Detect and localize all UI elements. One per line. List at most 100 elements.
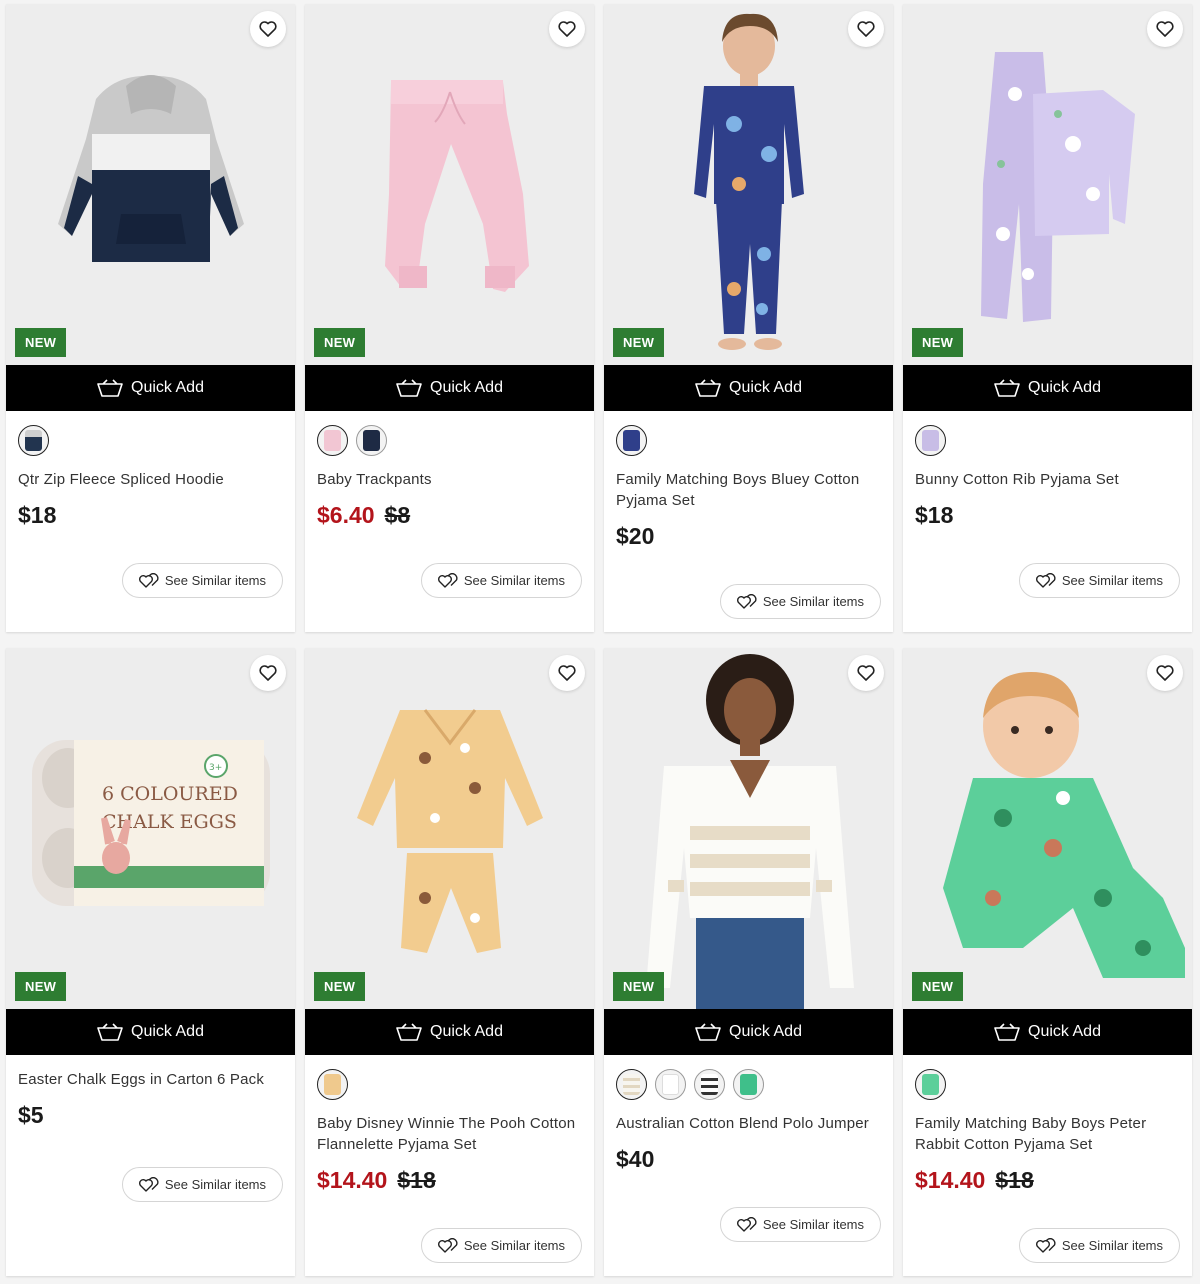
see-similar-button[interactable]: See Similar items (1018, 1228, 1180, 1263)
see-similar-label: See Similar items (762, 1217, 864, 1232)
product-image[interactable]: NEW (6, 4, 295, 365)
was-price: $18 (397, 1167, 436, 1193)
basket-icon (695, 1023, 721, 1041)
new-badge: NEW (613, 328, 665, 357)
see-similar-button[interactable]: See Similar items (420, 1228, 582, 1263)
basket-icon (695, 379, 721, 397)
product-title[interactable]: Qtr Zip Fleece Spliced Hoodie (18, 469, 283, 490)
product-image[interactable]: NEW (305, 4, 594, 365)
color-swatch[interactable] (694, 1068, 725, 1100)
color-swatch[interactable] (317, 424, 348, 456)
bunny-pyjama-illustration (903, 4, 1192, 365)
color-swatch[interactable] (915, 1068, 946, 1100)
quick-add-button[interactable]: Quick Add (604, 365, 893, 411)
basket-icon (994, 1023, 1020, 1041)
product-price: $40 (616, 1146, 881, 1173)
color-swatch[interactable] (356, 424, 387, 456)
sale-price: $14.40 (915, 1167, 986, 1193)
was-price: $18 (995, 1167, 1034, 1193)
color-swatch[interactable] (616, 1068, 647, 1100)
product-price: $5 (18, 1102, 283, 1129)
quick-add-label: Quick Add (729, 379, 802, 396)
see-similar-button[interactable]: See Similar items (121, 563, 283, 598)
see-similar-button[interactable]: See Similar items (121, 1167, 283, 1202)
sale-price: $14.40 (317, 1167, 388, 1193)
new-badge: NEW (912, 972, 964, 1001)
quick-add-button[interactable]: Quick Add (903, 365, 1192, 411)
sale-price: $6.40 (317, 502, 375, 528)
color-swatch[interactable] (655, 1068, 686, 1100)
quick-add-label: Quick Add (131, 1023, 204, 1040)
quick-add-button[interactable]: Quick Add (305, 365, 594, 411)
wishlist-button[interactable] (549, 655, 585, 691)
color-swatch[interactable] (616, 424, 647, 456)
product-price: $20 (616, 523, 881, 550)
boy-pyjama-illustration (604, 4, 893, 365)
product-title[interactable]: Family Matching Baby Boys Peter Rabbit C… (915, 1113, 1180, 1155)
see-similar-label: See Similar items (1061, 573, 1163, 588)
quick-add-label: Quick Add (729, 1023, 802, 1040)
wishlist-button[interactable] (1147, 655, 1183, 691)
product-card[interactable]: NEW Quick Add Australian Cotton Blend Po… (604, 648, 893, 1276)
basket-icon (97, 379, 123, 397)
product-card[interactable]: NEW Quick Add Bunny Cotton Rib Pyjama Se… (903, 4, 1192, 632)
see-similar-button[interactable]: See Similar items (719, 1207, 881, 1242)
price: $18 (915, 502, 954, 528)
color-swatch[interactable] (733, 1068, 764, 1100)
product-title[interactable]: Baby Trackpants (317, 469, 582, 490)
wishlist-button[interactable] (848, 655, 884, 691)
basket-icon (396, 379, 422, 397)
product-image[interactable]: NEW (604, 4, 893, 365)
quick-add-button[interactable]: Quick Add (903, 1009, 1192, 1055)
basket-icon (994, 379, 1020, 397)
swatch-list (915, 1067, 1180, 1101)
heart-outline-icon (558, 21, 576, 37)
quick-add-button[interactable]: Quick Add (6, 1009, 295, 1055)
hearts-outline-icon (437, 572, 458, 588)
color-swatch[interactable] (317, 1068, 348, 1100)
product-card[interactable]: NEW Quick Add Family Matching Boys Bluey… (604, 4, 893, 632)
quick-add-button[interactable]: Quick Add (305, 1009, 594, 1055)
basket-icon (396, 1023, 422, 1041)
heart-outline-icon (558, 665, 576, 681)
product-card[interactable]: NEW Quick Add Family Matching Baby Boys … (903, 648, 1192, 1276)
new-badge: NEW (314, 328, 366, 357)
product-title[interactable]: Baby Disney Winnie The Pooh Cotton Flann… (317, 1113, 582, 1155)
see-similar-button[interactable]: See Similar items (420, 563, 582, 598)
see-similar-button[interactable]: See Similar items (719, 584, 881, 619)
see-similar-button[interactable]: See Similar items (1018, 563, 1180, 598)
quick-add-button[interactable]: Quick Add (6, 365, 295, 411)
wishlist-button[interactable] (1147, 11, 1183, 47)
wishlist-button[interactable] (549, 11, 585, 47)
wishlist-button[interactable] (250, 11, 286, 47)
new-badge: NEW (912, 328, 964, 357)
price: $5 (18, 1102, 44, 1128)
product-image[interactable]: 6 COLOURED CHALK EGGS 3+ NEW (6, 648, 295, 1009)
color-swatch[interactable] (915, 424, 946, 456)
product-card[interactable]: NEW Quick Add Baby Trackpants $6.40 $8 S… (305, 4, 594, 632)
color-swatch[interactable] (18, 424, 49, 456)
product-image[interactable]: NEW (305, 648, 594, 1009)
heart-outline-icon (1156, 665, 1174, 681)
basket-icon (97, 1023, 123, 1041)
product-card[interactable]: NEW Quick Add Qtr Zip Fleece Spliced Hoo… (6, 4, 295, 632)
product-grid: NEW Quick Add Qtr Zip Fleece Spliced Hoo… (6, 4, 1194, 1276)
product-title[interactable]: Australian Cotton Blend Polo Jumper (616, 1113, 881, 1134)
product-title[interactable]: Easter Chalk Eggs in Carton 6 Pack (18, 1069, 283, 1090)
product-image[interactable]: NEW (604, 648, 893, 1009)
new-badge: NEW (613, 972, 665, 1001)
polo-jumper-model-illustration (604, 648, 893, 1009)
wishlist-button[interactable] (848, 11, 884, 47)
wishlist-button[interactable] (250, 655, 286, 691)
product-image[interactable]: NEW (903, 648, 1192, 1009)
product-image[interactable]: NEW (903, 4, 1192, 365)
product-card[interactable]: NEW Quick Add Baby Disney Winnie The Poo… (305, 648, 594, 1276)
product-title[interactable]: Family Matching Boys Bluey Cotton Pyjama… (616, 469, 881, 511)
quick-add-label: Quick Add (430, 379, 503, 396)
product-card[interactable]: 6 COLOURED CHALK EGGS 3+ NEW Quick Add E… (6, 648, 295, 1276)
swatch-list (317, 1067, 582, 1101)
hearts-outline-icon (138, 572, 159, 588)
product-title[interactable]: Bunny Cotton Rib Pyjama Set (915, 469, 1180, 490)
quick-add-button[interactable]: Quick Add (604, 1009, 893, 1055)
quick-add-label: Quick Add (1028, 379, 1101, 396)
